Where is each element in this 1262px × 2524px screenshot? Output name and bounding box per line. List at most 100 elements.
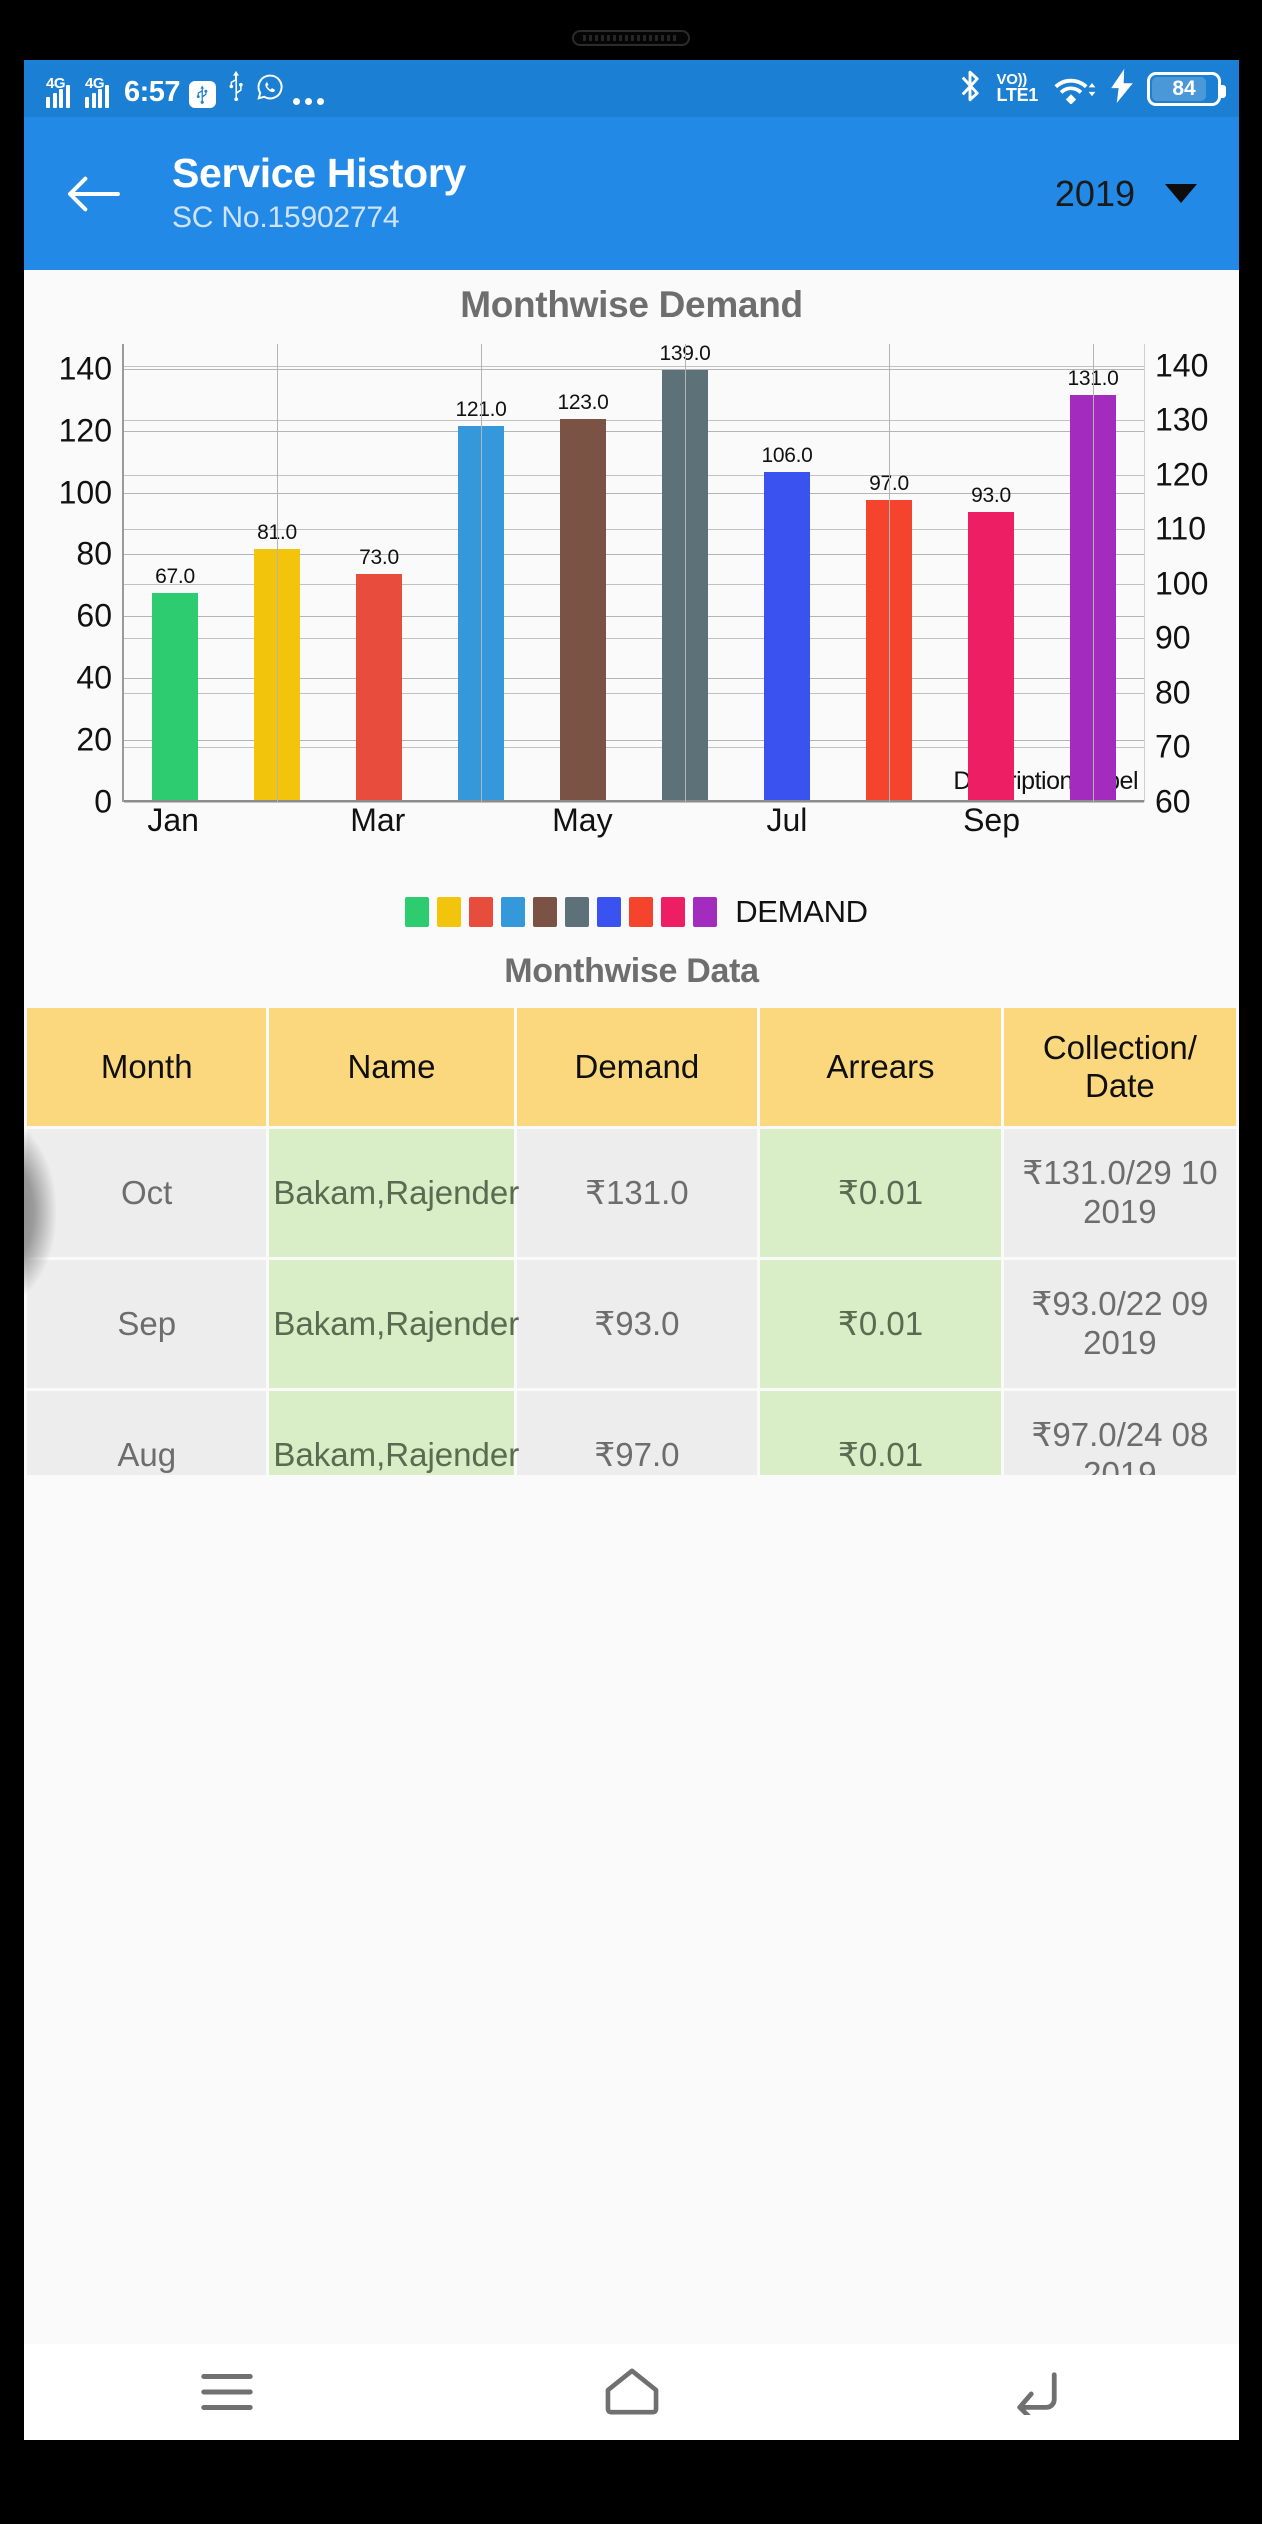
legend-swatches: [405, 897, 717, 927]
legend-swatch: [565, 897, 589, 927]
legend-swatch: [437, 897, 461, 927]
table-cell-demand: ₹93.0: [517, 1260, 758, 1388]
back-button[interactable]: [64, 171, 138, 217]
bar-value-label: 123.0: [557, 391, 608, 415]
year-dropdown[interactable]: 2019: [1055, 173, 1211, 215]
recents-icon[interactable]: [167, 2352, 287, 2432]
y-axis-right-tick: 120: [1155, 456, 1208, 493]
table-scroll-container[interactable]: MonthNameDemandArrearsCollection/ Date O…: [24, 1005, 1239, 1475]
chart-bar[interactable]: [356, 574, 403, 800]
x-axis-labels: JanMarMayJulSep: [122, 802, 1145, 846]
y-axis-right-tick: 100: [1155, 565, 1208, 602]
y-axis-right-tick: 60: [1155, 784, 1191, 821]
table-row[interactable]: AugBakam,Rajender₹97.0₹0.01₹97.0/24 08 2…: [27, 1391, 1236, 1475]
volte-line-2: LTE1: [997, 87, 1038, 104]
clock: 6:57: [124, 78, 180, 108]
wifi-icon: [1052, 74, 1097, 104]
table-row[interactable]: SepBakam,Rajender₹93.0₹0.01₹93.0/22 09 2…: [27, 1260, 1236, 1388]
y-axis-right-tick: 140: [1155, 347, 1208, 384]
table-cell-name: Bakam,Rajender: [269, 1129, 513, 1257]
status-bar: 4G 4G 6:57: [24, 60, 1239, 117]
chart-bar[interactable]: [764, 472, 811, 800]
legend-label: DEMAND: [735, 894, 868, 930]
y-axis-right-tick: 70: [1155, 729, 1191, 766]
bluetooth-icon: [957, 68, 983, 109]
battery-level: 84: [1172, 77, 1195, 101]
bar-rect: [968, 512, 1015, 800]
network-type-label-2: 4G: [85, 75, 104, 92]
battery-icon: 84: [1147, 72, 1221, 106]
table-header-cell: Arrears: [760, 1008, 1001, 1126]
signal-icon-2: 4G: [85, 78, 115, 108]
usb-debug-icon: [189, 81, 216, 108]
table-title: Monthwise Data: [24, 952, 1239, 991]
gridline-vertical: [481, 344, 482, 802]
table-cell-demand: ₹131.0: [517, 1129, 758, 1257]
bar-value-label: 67.0: [155, 565, 195, 589]
table-header-cell: Collection/ Date: [1004, 1008, 1236, 1126]
table-header-cell: Demand: [517, 1008, 758, 1126]
legend-swatch: [629, 897, 653, 927]
phone-screen: 4G 4G 6:57: [24, 60, 1239, 2440]
year-value: 2019: [1055, 173, 1135, 215]
home-icon[interactable]: [572, 2352, 692, 2432]
y-axis-left-tick: 0: [94, 784, 112, 821]
chart-card: Monthwise Demand 020406080100120140 6070…: [24, 270, 1239, 930]
chart-bar[interactable]: [152, 593, 199, 800]
legend-swatch: [469, 897, 493, 927]
speaker-grille: [583, 35, 679, 41]
page-title: Service History: [172, 152, 1045, 195]
gridline-vertical: [685, 344, 686, 802]
table-cell-month: Oct: [27, 1129, 266, 1257]
table-cell-collection: ₹93.0/22 09 2019: [1004, 1260, 1236, 1388]
y-axis-left-tick: 100: [59, 474, 112, 511]
table-cell-month: Sep: [27, 1260, 266, 1388]
x-axis-tick-label: Jul: [766, 802, 807, 839]
table-cell-demand: ₹97.0: [517, 1391, 758, 1475]
legend-swatch: [533, 897, 557, 927]
x-axis-tick-label: Mar: [350, 802, 405, 839]
bar-value-label: 106.0: [761, 444, 812, 468]
x-axis-tick-label: May: [552, 802, 612, 839]
status-bar-left: 4G 4G 6:57: [46, 70, 324, 108]
y-axis-right-tick: 90: [1155, 620, 1191, 657]
app-bar-titles: Service History SC No.15902774: [148, 152, 1045, 234]
volte-icon: VO)) LTE1: [997, 73, 1038, 104]
table-cell-arrears: ₹0.01: [760, 1129, 1001, 1257]
legend-swatch: [405, 897, 429, 927]
y-axis-left-tick: 60: [76, 598, 112, 635]
whatsapp-icon: [256, 73, 284, 108]
bar-rect: [356, 574, 403, 800]
gridline-vertical: [277, 344, 278, 802]
bar-rect: [764, 472, 811, 800]
legend-swatch: [597, 897, 621, 927]
y-axis-right-tick: 80: [1155, 674, 1191, 711]
y-axis-left: 020406080100120140: [30, 344, 118, 844]
signal-icon: 4G: [46, 78, 76, 108]
table-header-cell: Name: [269, 1008, 513, 1126]
usb-icon: [225, 70, 247, 108]
table-cell-arrears: ₹0.01: [760, 1260, 1001, 1388]
chart-plot-area[interactable]: 020406080100120140 607080901001101201301…: [24, 344, 1239, 844]
y-axis-right-tick: 110: [1155, 511, 1206, 548]
bar-value-label: 93.0: [971, 484, 1011, 508]
y-axis-right-tick: 130: [1155, 402, 1208, 439]
table-row[interactable]: OctBakam,Rajender₹131.0₹0.01₹131.0/29 10…: [27, 1129, 1236, 1257]
chart-bar[interactable]: [560, 419, 607, 800]
chart-bar[interactable]: [968, 512, 1015, 800]
charging-icon: [1111, 69, 1133, 108]
y-axis-left-tick: 140: [59, 350, 112, 387]
chart-title: Monthwise Demand: [24, 284, 1239, 344]
status-bar-right: VO)) LTE1: [957, 68, 1221, 109]
phone-frame: 4G 4G 6:57: [0, 0, 1262, 2524]
more-icon[interactable]: [293, 98, 324, 108]
table-body: OctBakam,Rajender₹131.0₹0.01₹131.0/29 10…: [27, 1129, 1236, 1475]
monthwise-data-table: MonthNameDemandArrearsCollection/ Date O…: [24, 1005, 1239, 1475]
gridline-vertical: [1093, 344, 1094, 802]
chevron-down-icon: [1165, 184, 1197, 203]
table-header-row: MonthNameDemandArrearsCollection/ Date: [27, 1008, 1236, 1126]
back-icon[interactable]: [977, 2352, 1097, 2432]
bar-rect: [560, 419, 607, 800]
android-nav-bar: [24, 2344, 1239, 2440]
network-type-label-1: 4G: [46, 75, 65, 92]
